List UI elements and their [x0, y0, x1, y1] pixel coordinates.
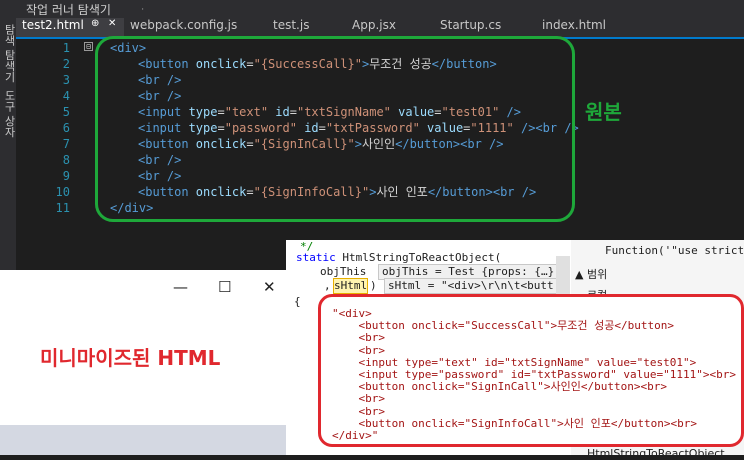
line-number: 5 [62, 105, 70, 119]
tab-test2-html[interactable]: test2.html ⊕ ✕ [16, 18, 124, 37]
tab-webpack-config[interactable]: webpack.config.js [124, 18, 269, 37]
scope-label[interactable]: ▲ 범위 [575, 266, 607, 282]
tab-label: test2.html [22, 18, 84, 32]
tool-window-header: 작업 러너 탐색기 ᅟ ᆞ [0, 0, 744, 18]
minimized-html-line: <br> [332, 404, 385, 418]
scrollbar[interactable] [556, 256, 570, 296]
param-objthis[interactable]: objThis [320, 265, 366, 279]
line-number: 2 [62, 57, 70, 71]
minimized-html-line: <input type="text" id="txtSignName" valu… [332, 355, 697, 369]
tab-app-jsx[interactable]: App.jsx [346, 18, 436, 37]
line-number: 8 [62, 153, 70, 167]
datatip-shtml[interactable]: sHtml = "<div>\r\n\t<butt [384, 278, 562, 294]
pin-tab-icon[interactable]: ⊕ [91, 18, 99, 29]
line-number: 4 [62, 89, 70, 103]
minimize-icon[interactable]: — [173, 278, 188, 296]
side-toolbar: 탐색 탐색기 도구 상자 [0, 18, 16, 270]
maximize-icon[interactable]: ☐ [218, 278, 231, 296]
editor-tab-bar: test2.html ⊕ ✕ webpack.config.js test.js… [16, 18, 744, 37]
static-keyword: static [296, 251, 343, 264]
line-number: 1 [62, 41, 70, 55]
side-tab-explorer[interactable]: 탐색 탐색기 [1, 24, 17, 83]
tool-window-title: 작업 러너 탐색기 [26, 3, 111, 17]
minimized-html-line: "<div> [332, 307, 372, 320]
close-paren: ) [370, 279, 377, 292]
minimized-html-line: <input type="password" id="txtPassword" … [332, 368, 736, 381]
original-html-highlight-box [95, 36, 575, 222]
close-icon[interactable]: ✕ [263, 278, 276, 296]
line-number: 11 [55, 201, 70, 215]
tab-index-html[interactable]: index.html [536, 18, 646, 37]
call-stack-entry[interactable]: HtmlStringToReactObject [587, 447, 725, 460]
line-number: 9 [62, 169, 70, 183]
close-tab-icon[interactable]: ✕ [108, 18, 116, 29]
pin-icon[interactable]: ᅟ ᆞ [124, 1, 148, 17]
window-bottom-band [0, 425, 286, 455]
minimized-html-line: <br> [332, 343, 385, 357]
fold-toggle-icon[interactable]: ⊟ [84, 42, 93, 51]
function-signature: static HtmlStringToReactObject( [296, 251, 501, 265]
side-tab-toolbox[interactable]: 도구 상자 [1, 90, 17, 138]
minimized-html-line: <br> [332, 331, 385, 345]
minimized-html-line: <button onclick="SignInfoCall">사인 인포</bu… [332, 416, 697, 430]
line-number: 10 [55, 185, 70, 199]
minimized-html-line: <button onclick="SignInCall">사인인</button… [332, 380, 667, 394]
line-number: 7 [62, 137, 70, 151]
minimized-html-line: <br> [332, 392, 385, 406]
line-number: 6 [62, 121, 70, 135]
minimized-html-line: <button onclick="SuccessCall">무조건 성공</bu… [332, 319, 674, 333]
minimized-html-annotation: 미니마이즈된 HTML [40, 346, 221, 370]
function-text: Function('"use strict [605, 244, 744, 257]
minimized-html-line: </div>" [332, 429, 379, 442]
tab-startup-cs[interactable]: Startup.cs [434, 18, 539, 37]
open-brace: { [294, 295, 301, 308]
tab-test-js[interactable]: test.js [267, 18, 347, 37]
param-shtml[interactable]: sHtml [332, 278, 369, 294]
function-name: HtmlStringToReactObject( [342, 251, 502, 264]
original-annotation-label: 원본 [585, 100, 622, 124]
line-number: 3 [62, 73, 70, 87]
